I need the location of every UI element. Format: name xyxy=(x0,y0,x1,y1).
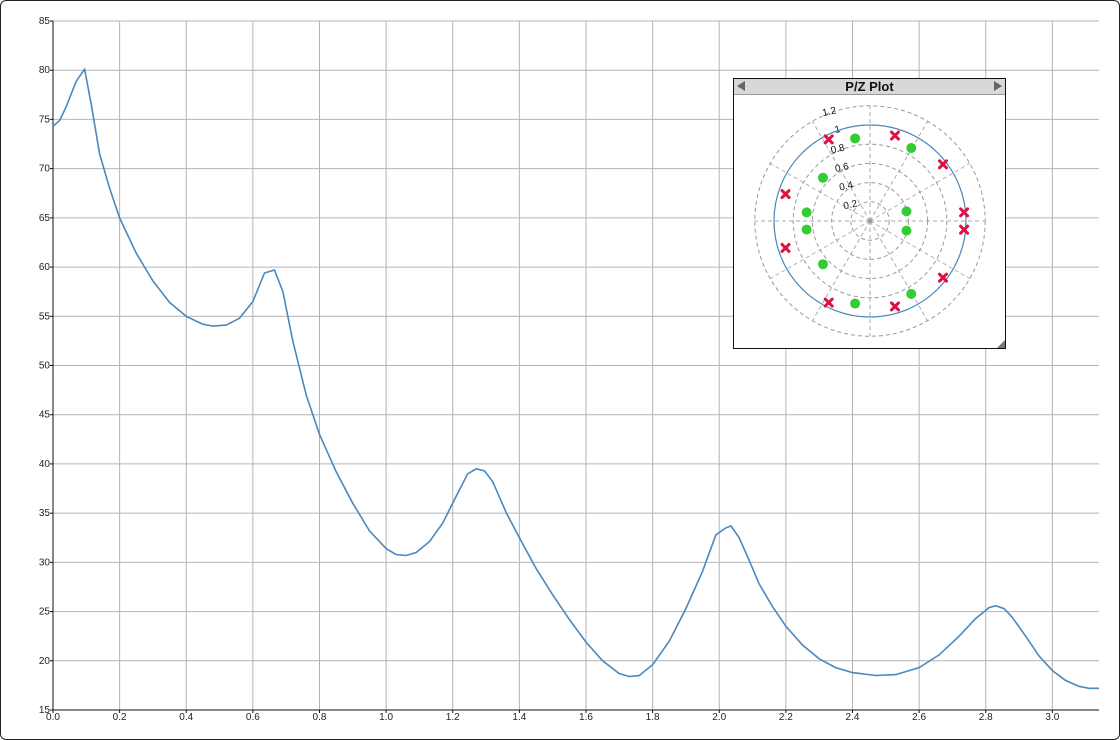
zero-marker[interactable] xyxy=(801,224,812,235)
x-tick-label: 2.4 xyxy=(846,712,860,723)
y-tick-label: 70 xyxy=(39,164,51,175)
x-tick-label: 0.2 xyxy=(113,712,127,723)
x-tick-label: 0.4 xyxy=(179,712,193,723)
y-tick-label: 30 xyxy=(39,557,51,568)
x-tick-label: 0.8 xyxy=(313,712,327,723)
pole-marker[interactable] xyxy=(889,301,900,312)
y-tick-label: 60 xyxy=(39,262,51,273)
pole-marker[interactable] xyxy=(780,242,791,253)
resize-handle-icon[interactable] xyxy=(997,340,1005,348)
zero-marker[interactable] xyxy=(906,143,917,154)
x-tick-label: 2.6 xyxy=(912,712,926,723)
pole-marker[interactable] xyxy=(959,207,970,218)
x-tick-label: 3.0 xyxy=(1045,712,1059,723)
pz-radial-label: 0.4 xyxy=(838,180,854,194)
x-tick-label: 2.0 xyxy=(712,712,726,723)
y-tick-label: 80 xyxy=(39,65,51,76)
y-tick-label: 40 xyxy=(39,459,51,470)
x-tick-label: 1.8 xyxy=(646,712,660,723)
y-tick-label: 25 xyxy=(39,607,51,618)
pole-marker[interactable] xyxy=(780,189,791,200)
zero-marker[interactable] xyxy=(901,225,912,236)
y-tick-label: 15 xyxy=(39,705,51,716)
y-tick-label: 20 xyxy=(39,656,51,667)
x-tick-label: 1.0 xyxy=(379,712,393,723)
x-tick-label: 1.6 xyxy=(579,712,593,723)
pole-marker[interactable] xyxy=(823,134,834,145)
pz-radial-label: 0.8 xyxy=(830,143,846,157)
y-tick-label: 50 xyxy=(39,361,51,372)
pz-plot-titlebar[interactable]: P/Z Plot xyxy=(734,79,1005,95)
pole-zero-plot: 0.20.40.60.811.2 xyxy=(754,105,986,337)
y-tick-label: 85 xyxy=(39,16,51,27)
zero-marker[interactable] xyxy=(850,133,861,144)
pz-plot-title: P/Z Plot xyxy=(845,79,894,94)
y-tick-label: 45 xyxy=(39,410,51,421)
zero-marker[interactable] xyxy=(801,207,812,218)
zero-marker[interactable] xyxy=(850,298,861,309)
pz-radial-label: 0.2 xyxy=(843,198,859,212)
zero-marker[interactable] xyxy=(901,206,912,217)
y-tick-label: 35 xyxy=(39,508,51,519)
x-tick-label: 1.2 xyxy=(446,712,460,723)
x-tick-label: 2.2 xyxy=(779,712,793,723)
x-tick-label: 0.6 xyxy=(246,712,260,723)
y-tick-label: 55 xyxy=(39,311,51,322)
x-tick-label: 1.4 xyxy=(512,712,526,723)
pz-origin xyxy=(868,219,872,223)
zero-marker[interactable] xyxy=(817,259,828,270)
pole-marker[interactable] xyxy=(937,272,948,283)
pz-radial-label: 0.6 xyxy=(834,161,850,175)
pz-spoke-line xyxy=(869,220,929,322)
pole-marker[interactable] xyxy=(937,159,948,170)
y-tick-label: 75 xyxy=(39,114,51,125)
pz-plot-window[interactable]: P/Z Plot 0.2 0.4 0.6 0.8 1 1.2 xyxy=(733,78,1006,349)
pole-marker[interactable] xyxy=(959,224,970,235)
pole-marker[interactable] xyxy=(889,130,900,141)
arrow-right-icon[interactable] xyxy=(994,81,1002,91)
zero-marker[interactable] xyxy=(817,172,828,183)
x-tick-label: 2.8 xyxy=(979,712,993,723)
zero-marker[interactable] xyxy=(906,288,917,299)
chart-frame: 0.0 0.2 0.4 0.6 0.8 1.0 1.2 1.4 1.6 1.8 2.0 2.2 2.4 2… xyxy=(0,0,1120,740)
pole-marker[interactable] xyxy=(823,297,834,308)
y-tick-label: 65 xyxy=(39,213,51,224)
pz-radial-label: 1.2 xyxy=(821,105,837,119)
